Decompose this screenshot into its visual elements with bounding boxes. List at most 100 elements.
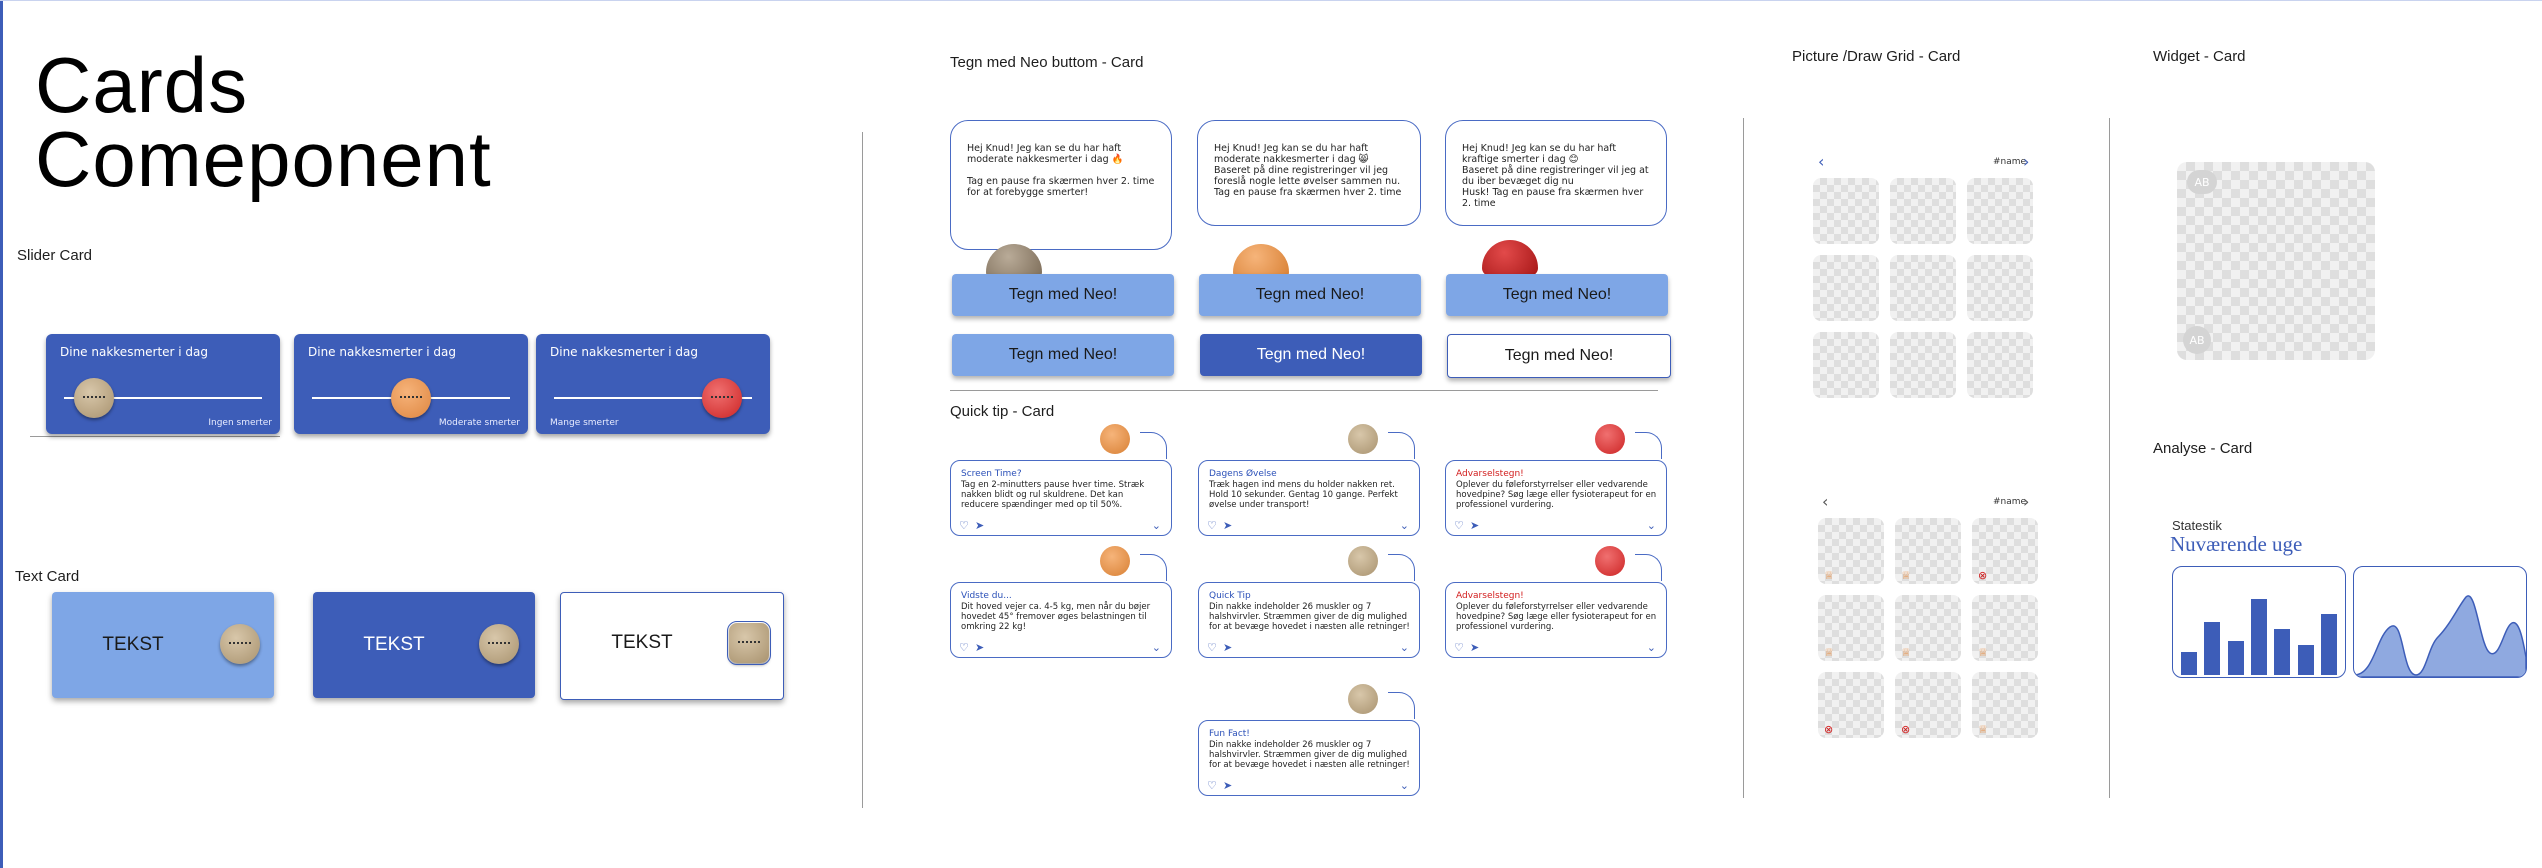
heart-icon[interactable]: ♡ — [959, 519, 969, 532]
grid-cell[interactable]: ♕ — [1818, 518, 1884, 584]
grid-cell[interactable]: ⊗ — [1972, 518, 2038, 584]
slider-knob-icon[interactable] — [391, 378, 431, 418]
heart-icon[interactable]: ♡ — [1207, 641, 1217, 654]
slider-card[interactable]: Dine nakkesmerter i dag Moderate smerter — [294, 334, 528, 434]
send-icon[interactable]: ➤ — [975, 641, 984, 654]
frame-top-border — [0, 0, 2542, 1]
grid-cell[interactable]: ♕ — [1895, 595, 1961, 661]
grid-cell[interactable]: ♕ — [1895, 518, 1961, 584]
grid-next-icon[interactable]: › — [2023, 492, 2029, 511]
send-icon[interactable]: ➤ — [1223, 641, 1232, 654]
divider — [862, 132, 863, 808]
heart-icon[interactable]: ♡ — [1207, 779, 1217, 792]
chevron-down-icon[interactable]: ⌄ — [1647, 519, 1656, 532]
slider-card[interactable]: Dine nakkesmerter i dag Ingen smerter — [46, 334, 280, 434]
slider-caption: Mange smerter — [550, 418, 619, 428]
grid-cell[interactable] — [1813, 255, 1879, 321]
wave-chart — [2354, 595, 2526, 677]
quick-tip-section-label: Quick tip - Card — [950, 403, 1055, 420]
grid-cell[interactable] — [1967, 332, 2033, 398]
send-icon[interactable]: ➤ — [1223, 519, 1232, 532]
neo-bubble-text: Hej Knud! Jeg kan se du har haft moderat… — [967, 143, 1155, 198]
chevron-down-icon[interactable]: ⌄ — [1152, 641, 1161, 654]
tip-title: Advarselstegn! — [1456, 591, 1524, 601]
grid-cell[interactable]: ♕ — [1818, 595, 1884, 661]
analyse-title: Nuværende uge — [2170, 532, 2303, 556]
grid-cell[interactable]: ♕ — [1972, 672, 2038, 738]
widget-section-label: Widget - Card — [2153, 48, 2246, 65]
neo-bubble-text: Hej Knud! Jeg kan se du har haft kraftig… — [1462, 143, 1649, 209]
bar-chart-card[interactable] — [2172, 566, 2346, 678]
grid-prev-icon[interactable]: ‹ — [1818, 152, 1824, 171]
neo-avatar-icon — [1100, 424, 1130, 454]
quick-tip-card[interactable]: Fun Fact! Din nakke indeholder 26 muskler… — [1198, 720, 1420, 796]
text-card-light[interactable]: TEKST — [52, 592, 274, 698]
tip-bubble-tail — [1635, 432, 1662, 459]
heart-icon[interactable]: ♡ — [1454, 641, 1464, 654]
slider-knob-icon[interactable] — [73, 378, 114, 418]
grid-cell[interactable] — [1813, 178, 1879, 244]
trophy-icon: ♕ — [1901, 646, 1911, 659]
tip-body: Din nakke indeholder 26 muskler og 7 hal… — [1209, 602, 1410, 632]
send-icon[interactable]: ➤ — [975, 519, 984, 532]
text-section-label: Text Card — [15, 568, 80, 585]
grid-cell[interactable]: ⊗ — [1895, 672, 1961, 738]
text-card-white[interactable]: TEKST — [560, 592, 784, 700]
tegn-med-neo-button[interactable]: Tegn med Neo! — [1447, 334, 1671, 378]
wave-chart-card[interactable] — [2353, 566, 2527, 678]
slider-card[interactable]: Dine nakkesmerter i dag Mange smerter — [536, 334, 770, 434]
trophy-icon: ♕ — [1824, 646, 1834, 659]
slider-knob-icon[interactable] — [702, 378, 743, 418]
grid-cell[interactable]: ⊗ — [1818, 672, 1884, 738]
chevron-down-icon[interactable]: ⌄ — [1152, 519, 1161, 532]
tegn-med-neo-button[interactable]: Tegn med Neo! — [1199, 274, 1421, 316]
heart-icon[interactable]: ♡ — [959, 641, 969, 654]
chevron-down-icon[interactable]: ⌄ — [1400, 519, 1409, 532]
tegn-med-neo-button[interactable]: Tegn med Neo! — [1200, 334, 1422, 376]
widget-card[interactable]: AB AB — [2177, 162, 2375, 360]
grid-cell[interactable] — [1967, 255, 2033, 321]
grid-cell[interactable] — [1967, 178, 2033, 244]
chevron-down-icon[interactable]: ⌄ — [1647, 641, 1656, 654]
send-icon[interactable]: ➤ — [1470, 641, 1479, 654]
grid-cell[interactable] — [1890, 255, 1956, 321]
grid-prev-icon[interactable]: ‹ — [1822, 492, 1828, 511]
grid-next-icon[interactable]: › — [2023, 152, 2029, 171]
tegn-med-neo-button[interactable]: Tegn med Neo! — [952, 274, 1174, 316]
slider-caption: Ingen smerter — [208, 418, 272, 428]
neo-avatar-icon — [1348, 424, 1378, 454]
slider-caption: Moderate smerter — [438, 418, 520, 428]
tegn-med-neo-button[interactable]: Tegn med Neo! — [952, 334, 1174, 376]
chevron-down-icon[interactable]: ⌄ — [1400, 641, 1409, 654]
neo-avatar-icon — [220, 624, 260, 664]
tip-title: Advarselstegn! — [1456, 469, 1524, 479]
slider-card-title: Dine nakkesmerter i dag — [308, 345, 457, 359]
tegn-med-neo-button[interactable]: Tegn med Neo! — [1446, 274, 1668, 316]
widget-chip: AB — [2183, 326, 2211, 354]
chart-bar — [2181, 652, 2197, 675]
divider — [1743, 118, 1744, 798]
remove-icon: ⊗ — [1978, 569, 1988, 582]
neo-avatar-icon — [727, 621, 771, 665]
heart-icon[interactable]: ♡ — [1207, 519, 1217, 532]
quick-tip-card[interactable]: Vidste du... Dit hoved vejer ca. 4-5 kg, … — [950, 582, 1172, 658]
send-icon[interactable]: ➤ — [1470, 519, 1479, 532]
grid-cell[interactable] — [1813, 332, 1879, 398]
divider — [2109, 118, 2110, 798]
quick-tip-card[interactable]: Advarselstegn! Oplever du føleforstyrrels… — [1445, 582, 1667, 658]
text-card-dark[interactable]: TEKST — [313, 592, 535, 698]
quick-tip-card[interactable]: Dagens Øvelse Træk hagen ind mens du hold… — [1198, 460, 1420, 536]
send-icon[interactable]: ➤ — [1223, 779, 1232, 792]
neo-avatar-icon — [1100, 546, 1130, 576]
quick-tip-card[interactable]: Screen Time? Tag en 2-minutters pause hve… — [950, 460, 1172, 536]
grid-cell[interactable] — [1890, 178, 1956, 244]
neo-avatar-icon — [479, 624, 519, 664]
quick-tip-card[interactable]: Quick Tip Din nakke indeholder 26 muskler… — [1198, 582, 1420, 658]
grid-cell[interactable]: ♕ — [1972, 595, 2038, 661]
chart-bar — [2227, 640, 2244, 675]
grid-cell[interactable] — [1890, 332, 1956, 398]
quick-tip-card[interactable]: Advarselstegn! Oplever du føleforstyrrels… — [1445, 460, 1667, 536]
heart-icon[interactable]: ♡ — [1454, 519, 1464, 532]
neo-avatar-icon — [1595, 546, 1625, 576]
chevron-down-icon[interactable]: ⌄ — [1400, 779, 1409, 792]
